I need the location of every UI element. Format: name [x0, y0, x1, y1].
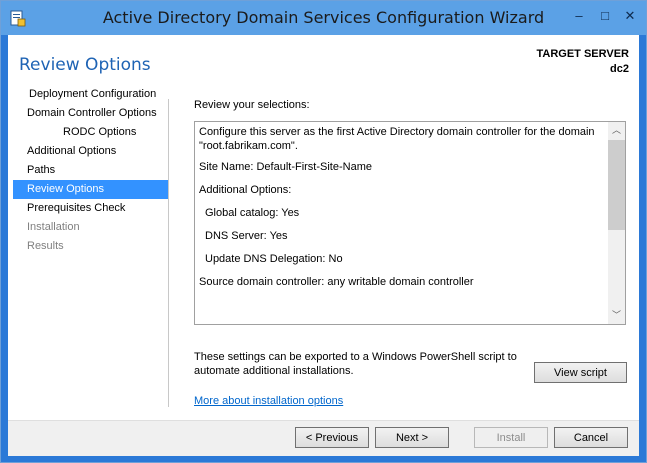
scroll-thumb[interactable]: [608, 140, 625, 230]
scroll-down-icon[interactable]: ﹀: [608, 307, 625, 324]
more-installation-options-link[interactable]: More about installation options: [194, 395, 343, 407]
review-line: Global catalog: Yes: [205, 207, 300, 219]
wizard-client-area: Review Options TARGET SERVER dc2 Deploym…: [8, 35, 639, 420]
title-bar[interactable]: Active Directory Domain Services Configu…: [1, 1, 646, 35]
next-button[interactable]: Next >: [375, 427, 449, 448]
export-description: These settings can be exported to a Wind…: [194, 350, 534, 378]
review-selections-box[interactable]: Configure this server as the first Activ…: [194, 121, 626, 325]
page-title: Review Options: [19, 55, 151, 75]
review-line: "root.fabrikam.com".: [199, 140, 298, 152]
previous-button[interactable]: < Previous: [295, 427, 369, 448]
view-script-button[interactable]: View script: [534, 362, 627, 383]
review-line: Source domain controller: any writable d…: [199, 276, 474, 288]
nav-item-deployment-configuration[interactable]: Deployment Configuration: [13, 85, 168, 104]
window-title: Active Directory Domain Services Configu…: [102, 8, 545, 27]
nav-item-prerequisites-check[interactable]: Prerequisites Check: [13, 199, 168, 218]
install-button: Install: [474, 427, 548, 448]
scroll-up-icon[interactable]: ︿: [608, 122, 625, 139]
export-line-2: automate additional installations.: [194, 365, 354, 377]
review-line: Update DNS Delegation: No: [205, 253, 343, 265]
minimize-button[interactable]: –: [566, 7, 592, 25]
nav-item-domain-controller-options[interactable]: Domain Controller Options: [13, 104, 168, 123]
wizard-window: Active Directory Domain Services Configu…: [0, 0, 647, 463]
maximize-button[interactable]: □: [592, 7, 618, 25]
close-button[interactable]: ✕: [618, 7, 642, 25]
review-scrollbar[interactable]: ︿ ﹀: [608, 122, 625, 324]
target-server-label: TARGET SERVER: [536, 48, 630, 60]
review-line: DNS Server: Yes: [205, 230, 288, 242]
target-server-name: dc2: [610, 63, 629, 75]
nav-item-paths[interactable]: Paths: [13, 161, 168, 180]
nav-item-additional-options[interactable]: Additional Options: [13, 142, 168, 161]
nav-item-results: Results: [27, 240, 64, 252]
nav-item-installation: Installation: [27, 221, 80, 233]
review-line: Additional Options:: [199, 184, 292, 196]
nav-divider: [168, 99, 169, 407]
review-line: Site Name: Default-First-Site-Name: [199, 161, 372, 173]
wizard-footer: < Previous Next > Install Cancel: [8, 420, 639, 456]
cancel-button[interactable]: Cancel: [554, 427, 628, 448]
review-heading: Review your selections:: [194, 99, 310, 111]
nav-item-rodc-options[interactable]: RODC Options: [13, 123, 168, 142]
nav-item-review-options[interactable]: Review Options: [13, 180, 168, 199]
review-line: Configure this server as the first Activ…: [199, 126, 595, 138]
export-line-1: These settings can be exported to a Wind…: [194, 351, 517, 363]
